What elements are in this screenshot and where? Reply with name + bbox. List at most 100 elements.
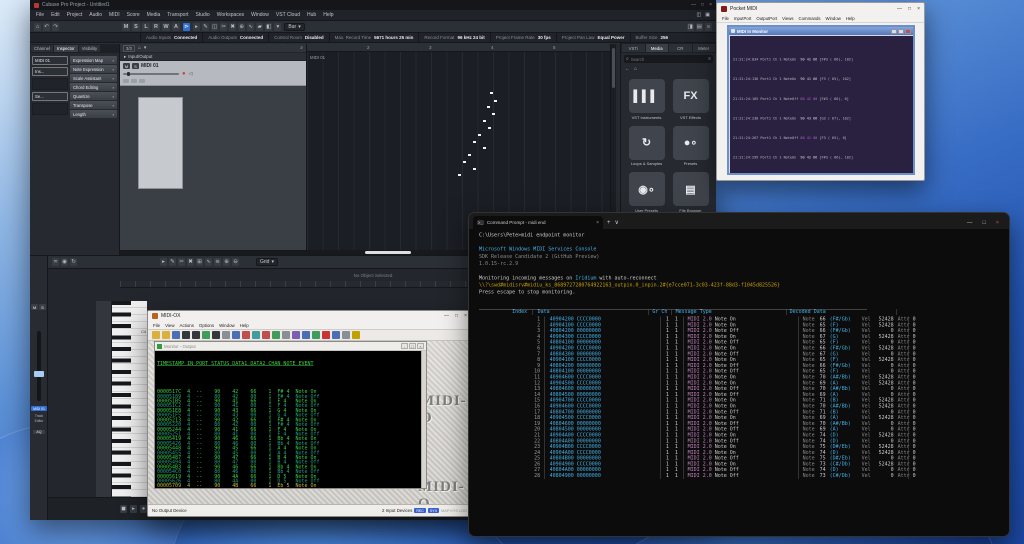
- inspector-tab[interactable]: Channel: [31, 45, 53, 52]
- toolbar-icon[interactable]: ↶: [43, 23, 50, 31]
- toolbar-icon[interactable]: [302, 331, 310, 339]
- automation-state-button[interactable]: A: [172, 23, 180, 31]
- toolbar-icon[interactable]: [352, 331, 360, 339]
- track-control[interactable]: [123, 79, 129, 83]
- menu-item[interactable]: File: [153, 323, 160, 328]
- channel-chip[interactable]: MIDI 01: [32, 56, 68, 65]
- transport-icon[interactable]: ◼: [120, 505, 127, 513]
- monitor-button[interactable]: ◁: [189, 71, 193, 77]
- new-tab-button[interactable]: +: [607, 220, 611, 226]
- rack-tab[interactable]: Meter: [693, 44, 716, 52]
- midi-note[interactable]: [494, 100, 497, 102]
- track-control[interactable]: [139, 79, 145, 83]
- toolbar-icon[interactable]: ▤: [696, 23, 703, 31]
- menu-item[interactable]: Views: [782, 16, 793, 21]
- menu-item[interactable]: Help: [240, 323, 249, 328]
- tool-button[interactable]: ◧: [265, 23, 272, 31]
- close-icon[interactable]: [905, 29, 911, 34]
- toolbar-icon[interactable]: [182, 331, 190, 339]
- menu-item[interactable]: Window: [219, 323, 235, 328]
- inspector-section[interactable]: Quantize ▪: [70, 92, 117, 100]
- monitor-scrollbar[interactable]: [421, 351, 426, 488]
- toolbar-icon[interactable]: [262, 331, 270, 339]
- menu-item[interactable]: OutputPort: [756, 16, 777, 21]
- editor-toolbar-icon[interactable]: ◉: [61, 258, 68, 266]
- automation-state-button[interactable]: R: [152, 23, 160, 31]
- media-tile[interactable]: ●∘ Presets: [672, 126, 710, 167]
- timeline-ruler[interactable]: 2345: [307, 44, 610, 52]
- channel-slot[interactable]: [32, 78, 68, 90]
- filter-icon[interactable]: ▾: [144, 45, 147, 51]
- tool-button[interactable]: ▰: [256, 23, 263, 31]
- toolbar-icon[interactable]: [272, 331, 280, 339]
- status-chip[interactable]: Record Format 96 kHz 24 bit: [418, 33, 489, 42]
- midi-note[interactable]: [478, 134, 481, 136]
- track-control[interactable]: [131, 79, 137, 83]
- toolbar-icon[interactable]: [282, 331, 290, 339]
- menu-item[interactable]: Help: [323, 12, 333, 18]
- menu-item[interactable]: Transport: [167, 12, 188, 18]
- menubar-icon[interactable]: ◫: [697, 12, 702, 18]
- editor-toolbar-icon[interactable]: ≍: [52, 258, 59, 266]
- maximize-icon[interactable]: □: [409, 343, 416, 349]
- channel-slot[interactable]: [32, 103, 68, 115]
- midi-note[interactable]: [483, 120, 486, 122]
- menu-item[interactable]: Audio: [89, 12, 102, 18]
- status-chip[interactable]: Audio Inputs Connected: [140, 33, 202, 42]
- minimize-icon[interactable]: [891, 29, 897, 34]
- toolbar-icon[interactable]: [342, 331, 350, 339]
- monitor-titlebar[interactable]: MIDI In Monitor: [729, 27, 913, 35]
- status-chip[interactable]: Project Pan Law Equal Power: [556, 33, 630, 42]
- toolbar-icon[interactable]: [232, 331, 240, 339]
- menu-item[interactable]: VST Cloud: [276, 12, 300, 18]
- mute-button[interactable]: M: [123, 63, 130, 69]
- editor-tool-button[interactable]: ⊞: [196, 258, 203, 266]
- solo-button[interactable]: S: [132, 63, 139, 69]
- midi-note[interactable]: [468, 154, 471, 156]
- editor-tool-button[interactable]: ∿: [205, 258, 212, 266]
- close-icon[interactable]: ×: [417, 343, 424, 349]
- midi-note[interactable]: [490, 92, 493, 94]
- menu-item[interactable]: Hub: [307, 12, 316, 18]
- menu-item[interactable]: Actions: [180, 323, 194, 328]
- folder-track[interactable]: ▸ Input/Output: [120, 53, 306, 61]
- transport-icon[interactable]: ▸: [130, 505, 137, 513]
- automation-state-button[interactable]: L: [142, 23, 150, 31]
- search-icon[interactable]: ⌕: [300, 45, 303, 51]
- tool-button[interactable]: ◫: [211, 23, 218, 31]
- menu-item[interactable]: Media: [147, 12, 161, 18]
- midi-track[interactable]: M S MIDI 01 ● ◁: [120, 61, 306, 86]
- menu-item[interactable]: Studio: [196, 12, 210, 18]
- tab-close-icon[interactable]: ×: [596, 220, 599, 226]
- inspector-section[interactable]: Length ▪: [70, 110, 117, 118]
- tool-button[interactable]: ✖: [229, 23, 236, 31]
- menu-item[interactable]: Workspaces: [217, 12, 244, 18]
- rack-search[interactable]: ⌕ ≡: [624, 55, 713, 63]
- editor-tool-button[interactable]: ⊖: [232, 258, 239, 266]
- inspector-tab[interactable]: Visibility: [79, 45, 100, 52]
- rack-tab[interactable]: VSTi: [622, 44, 645, 52]
- menu-item[interactable]: InputPort: [734, 16, 751, 21]
- channel-fader[interactable]: [37, 331, 41, 401]
- tab-dropdown-icon[interactable]: ∨: [615, 219, 619, 226]
- maximize-icon[interactable]: □: [701, 2, 704, 8]
- status-chip[interactable]: Control Room Disabled: [268, 33, 329, 42]
- rack-tab[interactable]: CR: [669, 44, 692, 52]
- rack-tab[interactable]: Media: [646, 44, 669, 52]
- close-icon[interactable]: ×: [917, 6, 920, 12]
- status-chip[interactable]: Audio Outputs Connected: [202, 33, 268, 42]
- toolbar-icon[interactable]: [312, 331, 320, 339]
- cubase-titlebar[interactable]: Cubase Pro Project - Untitled1 — □ ×: [30, 0, 716, 10]
- toolbar-icon[interactable]: [192, 331, 200, 339]
- media-tile[interactable]: ◉∘ User Presets: [628, 172, 666, 213]
- color-menu[interactable]: Bar▾: [284, 23, 304, 31]
- minimize-icon[interactable]: —: [967, 220, 973, 226]
- automation-state-button[interactable]: S: [132, 23, 140, 31]
- home-icon[interactable]: ⌂: [634, 66, 637, 72]
- toolbar-icon[interactable]: ⌂: [34, 23, 41, 31]
- media-tile[interactable]: ↻ Loops & Samples: [628, 126, 666, 167]
- menubar-icon[interactable]: ▣: [705, 12, 710, 18]
- midi-note[interactable]: [458, 174, 461, 176]
- tool-button[interactable]: ✎: [202, 23, 209, 31]
- toolbar-icon[interactable]: ↷: [52, 23, 59, 31]
